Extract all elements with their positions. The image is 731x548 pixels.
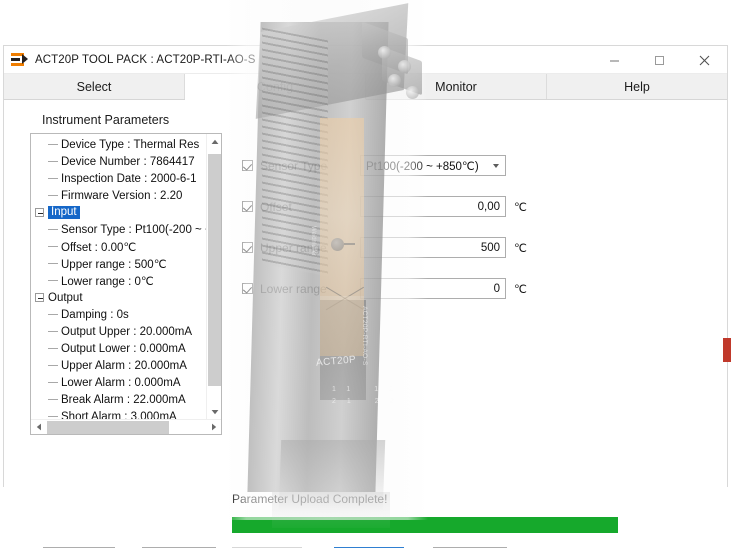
tree-group-input[interactable]: Input — [31, 204, 206, 221]
tab-help-label: Help — [624, 79, 650, 94]
tree-item[interactable]: Upper Alarm : 20.000mA — [31, 357, 206, 374]
tree-horizontal-scrollbar[interactable] — [31, 419, 221, 434]
tab-select[interactable]: Select — [4, 74, 185, 99]
tree-item[interactable]: Output Upper : 20.000mA — [31, 323, 206, 340]
lower-range-input[interactable]: 0 — [360, 278, 506, 299]
upload-progress-fill — [232, 517, 618, 533]
instrument-parameters-tree[interactable]: Device Type : Thermal Res Device Number … — [30, 133, 222, 435]
tab-help[interactable]: Help — [547, 74, 727, 99]
tree-vertical-scrollbar[interactable] — [206, 134, 221, 419]
tree-item[interactable]: Break Alarm : 22.000mA — [31, 391, 206, 408]
tree-item[interactable]: Device Type : Thermal Res — [31, 136, 206, 153]
chevron-down-icon — [493, 163, 499, 168]
offset-checkbox[interactable] — [242, 201, 253, 212]
lower-range-checkbox[interactable] — [242, 283, 253, 294]
tree-item[interactable]: Lower range : 0℃ — [31, 272, 206, 289]
tree-item-label: Firmware Version : 2.20 — [61, 189, 183, 202]
tree-item-label: Offset : 0.00℃ — [61, 241, 137, 254]
weidmuller-logo-icon — [11, 52, 28, 67]
tree-horizontal-scroll-thumb[interactable] — [47, 420, 169, 434]
instrument-parameters-label: Instrument Parameters — [42, 113, 170, 127]
offset-input[interactable]: 0,00 — [360, 196, 506, 217]
upper-range-input[interactable]: 500 — [360, 237, 506, 258]
tree-item[interactable]: Sensor Type : Pt100(-200 ~ + — [31, 221, 206, 238]
tree-item[interactable]: Upper range : 500℃ — [31, 255, 206, 272]
tree-item[interactable]: Damping : 0s — [31, 306, 206, 323]
form-row-lower-range: Lower range 0 ℃ — [242, 275, 527, 302]
window-controls — [592, 46, 727, 74]
upper-range-label: Upper range — [260, 240, 327, 255]
parameter-form: Sensor Type Pt100(-200 ~ +850℃) Offset 0… — [242, 152, 527, 316]
form-row-sensor-type: Sensor Type Pt100(-200 ~ +850℃) — [242, 152, 512, 179]
collapse-expander-icon[interactable] — [35, 208, 44, 217]
chevron-right-icon[interactable] — [206, 420, 221, 435]
chevron-left-icon[interactable] — [31, 420, 46, 435]
tree-item[interactable]: Firmware Version : 2.20 — [31, 187, 206, 204]
tree-item-label: Lower Alarm : 0.000mA — [61, 376, 181, 389]
chevron-up-icon[interactable] — [207, 134, 221, 149]
tree-item-label: Lower range : 0℃ — [61, 275, 154, 288]
tree-item[interactable]: Offset : 0.00℃ — [31, 238, 206, 255]
tree-item-label: Input — [48, 206, 80, 219]
status-message: Parameter Upload Complete! — [232, 492, 388, 506]
tree-item[interactable]: Lower Alarm : 0.000mA — [31, 374, 206, 391]
application-window: ACT20P TOOL PACK : ACT20P-RTI-AO-S Selec… — [3, 45, 728, 548]
tree-group-output[interactable]: Output — [31, 289, 206, 306]
tree-vertical-scroll-thumb[interactable] — [208, 154, 221, 386]
tree-item-label: Damping : 0s — [61, 308, 129, 321]
tree-item[interactable]: Short Alarm : 3.000mA — [31, 408, 206, 419]
tree-item-label: Device Type : Thermal Res — [61, 138, 200, 151]
tree-item-label: Short Alarm : 3.000mA — [61, 410, 177, 420]
tree-item-label: Inspection Date : 2000-6-1 — [61, 172, 197, 185]
tree-item-label: Break Alarm : 22.000mA — [61, 393, 186, 406]
sensor-type-label: Sensor Type — [260, 158, 328, 173]
offset-value: 0,00 — [477, 200, 500, 213]
chevron-down-icon[interactable] — [207, 404, 221, 419]
lower-range-label: Lower range — [260, 281, 327, 296]
form-row-offset: Offset 0,00 ℃ — [242, 193, 527, 220]
minimize-icon[interactable] — [592, 46, 637, 74]
tab-config-label: Config — [256, 79, 294, 94]
tree-item[interactable]: Inspection Date : 2000-6-1 — [31, 170, 206, 187]
tree-item-label: Output Lower : 0.000mA — [61, 342, 186, 355]
lower-range-unit: ℃ — [514, 283, 527, 296]
tree-item-label: Output Upper : 20.000mA — [61, 325, 193, 338]
tab-select-label: Select — [76, 79, 112, 94]
tree-item-label: Upper range : 500℃ — [61, 258, 167, 271]
tree-items: Device Type : Thermal Res Device Number … — [31, 134, 206, 419]
maximize-icon[interactable] — [637, 46, 682, 74]
tree-item-label: Output — [48, 291, 83, 304]
red-edge-marker — [723, 338, 731, 362]
upper-range-value: 500 — [480, 241, 500, 254]
upper-range-checkbox[interactable] — [242, 242, 253, 253]
upload-progress-bar — [232, 517, 618, 533]
tree-item-label: Upper Alarm : 20.000mA — [61, 359, 187, 372]
tab-bar: Select Config Monitor Help — [4, 74, 727, 100]
lower-range-value: 0 — [493, 282, 500, 295]
offset-label: Offset — [260, 199, 292, 214]
title-bar: ACT20P TOOL PACK : ACT20P-RTI-AO-S — [4, 46, 727, 74]
tree-item-label: Sensor Type : Pt100(-200 ~ + — [61, 223, 206, 236]
close-icon[interactable] — [682, 46, 727, 74]
screenshot-root: ACT20P TOOL PACK : ACT20P-RTI-AO-S Selec… — [0, 0, 731, 548]
tree-item[interactable]: Device Number : 7864417 — [31, 153, 206, 170]
tree-item[interactable]: Output Lower : 0.000mA — [31, 340, 206, 357]
tab-config[interactable]: Config — [185, 74, 366, 100]
offset-unit: ℃ — [514, 201, 527, 214]
tab-monitor[interactable]: Monitor — [366, 74, 547, 99]
tab-monitor-label: Monitor — [435, 79, 477, 94]
sensor-type-select[interactable]: Pt100(-200 ~ +850℃) — [360, 155, 506, 176]
config-panel: Instrument Parameters Device Type : Ther… — [4, 100, 727, 548]
sensor-type-value: Pt100(-200 ~ +850℃) — [366, 160, 479, 173]
collapse-expander-icon[interactable] — [35, 293, 44, 302]
tree-item-label: Device Number : 7864417 — [61, 155, 195, 168]
upper-range-unit: ℃ — [514, 242, 527, 255]
window-title: ACT20P TOOL PACK : ACT20P-RTI-AO-S — [35, 53, 256, 66]
sensor-type-checkbox[interactable] — [242, 160, 253, 171]
form-row-upper-range: Upper range 500 ℃ — [242, 234, 527, 261]
